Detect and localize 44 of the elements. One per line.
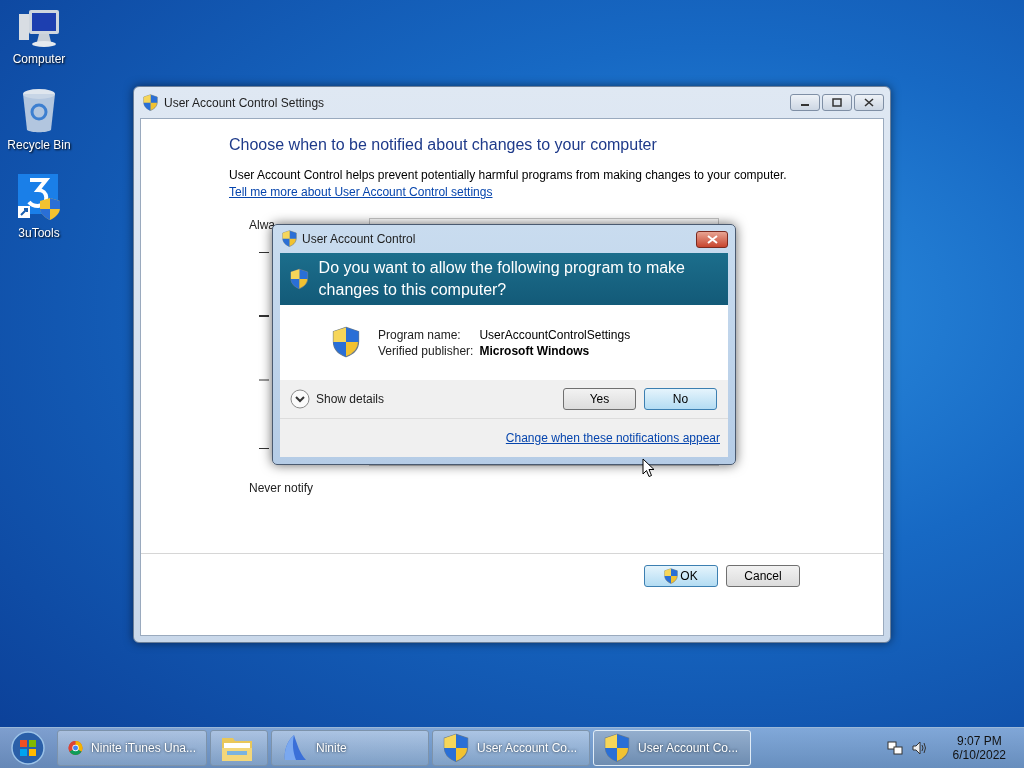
- page-heading: Choose when to be notified about changes to your computer: [229, 136, 658, 154]
- yes-button[interactable]: Yes: [563, 388, 636, 410]
- description-text: User Account Control helps prevent potentially harmful programs from making changes to your computer.: [229, 168, 788, 182]
- show-details-toggle[interactable]: Show details: [290, 389, 555, 409]
- question-text: Do you want to allow the following program to make changes to this computer?: [318, 258, 686, 300]
- help-link[interactable]: Tell me more about User Account Control settings: [229, 185, 493, 199]
- shield-icon: [664, 567, 679, 585]
- field-value: Microsoft Windows: [479, 343, 591, 358]
- ok-button[interactable]: OK: [644, 565, 718, 587]
- maximize-button[interactable]: [822, 94, 852, 111]
- computer-icon: [17, 8, 61, 48]
- slider-bottom-label: Never notify: [249, 481, 315, 495]
- chevron-icon: [290, 389, 310, 409]
- window-title: User Account Control Settings: [164, 95, 326, 110]
- clock[interactable]: 9:07 PM 6/10/2022: [952, 734, 1006, 762]
- taskbar-button[interactable]: [210, 730, 268, 766]
- shield-icon: [143, 93, 158, 112]
- close-icon: [864, 98, 874, 107]
- cancel-button[interactable]: Cancel: [726, 565, 800, 587]
- desktop-icon-label[interactable]: Computer: [12, 52, 66, 66]
- desktop-icon-label[interactable]: Recycle Bin: [7, 138, 71, 152]
- sail-icon: [282, 734, 308, 762]
- close-icon: [706, 234, 718, 244]
- speaker-icon: [910, 740, 927, 756]
- recycle-bin-icon: [21, 88, 57, 134]
- maximize-icon: [832, 98, 842, 107]
- shield-icon: [282, 230, 297, 248]
- settings-link[interactable]: Change when these notifications appear: [505, 431, 720, 445]
- no-button[interactable]: No: [644, 388, 717, 410]
- field-label: Program name:: [378, 327, 462, 342]
- dialog-title: User Account Control: [302, 232, 417, 246]
- shield-icon: [332, 326, 360, 359]
- minimize-button[interactable]: [790, 94, 820, 111]
- slider-top-label: Alwa: [249, 218, 276, 232]
- shield-icon: [443, 733, 469, 763]
- app-shortcut-icon: [16, 174, 62, 222]
- close-button[interactable]: [696, 230, 728, 248]
- network-icon: [886, 740, 903, 756]
- field-value: UserAccountControlSettings: [479, 327, 631, 342]
- shield-icon: [604, 733, 630, 763]
- mouse-pointer-icon: [642, 458, 655, 478]
- field-label: Verified publisher:: [378, 343, 474, 358]
- desktop-icon-label[interactable]: 3uTools: [18, 226, 60, 240]
- close-button[interactable]: [854, 94, 884, 111]
